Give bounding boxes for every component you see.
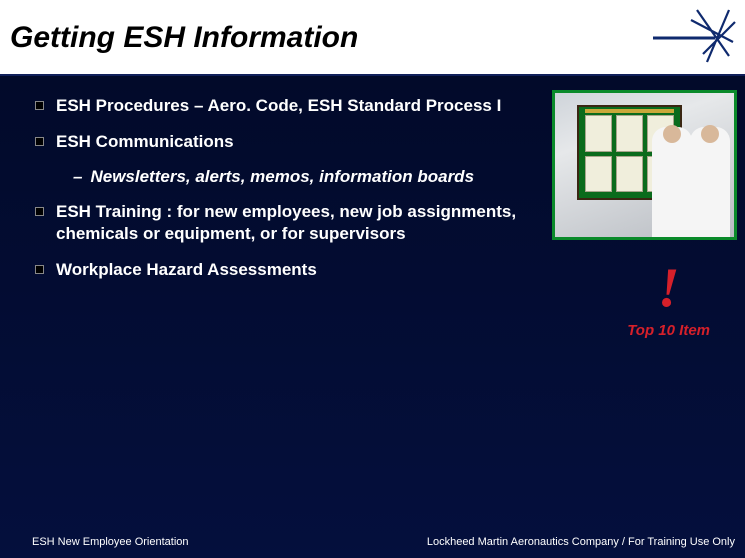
bullet-text: ESH Training : for new employees, new jo… [56,201,555,245]
bullet-text: Workplace Hazard Assessments [56,259,317,281]
square-bullet-icon [35,101,44,110]
square-bullet-icon [35,265,44,274]
bullet-text: ESH Procedures – Aero. Code, ESH Standar… [56,95,501,117]
footer-right: Lockheed Martin Aeronautics Company / Fo… [427,536,735,548]
slide: Getting ESH Information ESH Procedures –… [0,0,745,558]
slide-footer: ESH New Employee Orientation Lockheed Ma… [32,536,735,548]
square-bullet-icon [35,207,44,216]
lockheed-star-logo [647,6,737,66]
header-divider [0,74,745,76]
slide-header: Getting ESH Information [0,0,745,75]
slide-title: Getting ESH Information [10,21,358,55]
bullet-text: ESH Communications [56,131,234,153]
bullet-item: ESH Training : for new employees, new jo… [35,201,555,245]
top10-label: Top 10 Item [627,322,710,339]
footer-left: ESH New Employee Orientation [32,536,189,548]
dash-bullet-icon: – [73,167,82,187]
sub-bullet-item: – Newsletters, alerts, memos, informatio… [73,167,725,187]
square-bullet-icon [35,137,44,146]
bullet-item: ESH Communications [35,131,725,153]
bullet-item: ESH Procedures – Aero. Code, ESH Standar… [35,95,725,117]
bullet-item: Workplace Hazard Assessments [35,259,725,281]
slide-content: ESH Procedures – Aero. Code, ESH Standar… [35,95,725,295]
sub-bullet-text: Newsletters, alerts, memos, information … [90,167,474,187]
top10-callout: ! Top 10 Item [627,260,710,339]
exclamation-icon: ! [627,260,710,316]
